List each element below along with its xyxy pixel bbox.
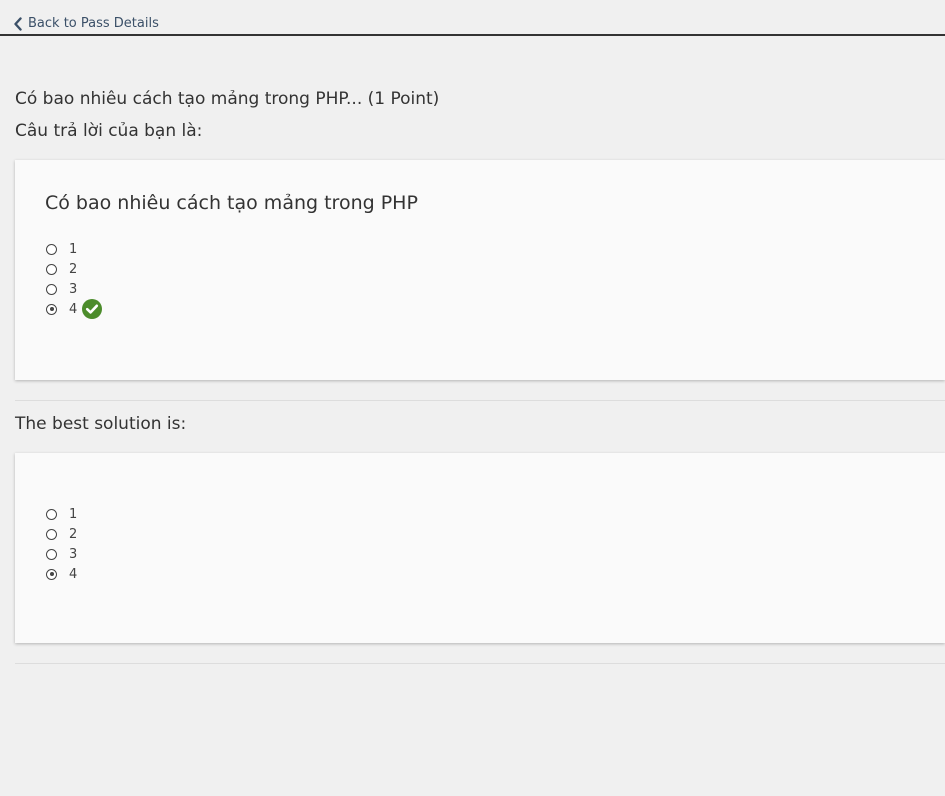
radio-button-selected[interactable] xyxy=(46,568,57,580)
radio-button[interactable] xyxy=(46,548,57,560)
user-answer-options: 1 2 3 4 xyxy=(46,239,103,319)
radio-button[interactable] xyxy=(46,508,57,520)
option-label: 2 xyxy=(69,526,78,542)
chevron-left-icon xyxy=(14,17,22,31)
best-solution-options: 1 2 3 4 xyxy=(46,504,77,584)
option-label: 2 xyxy=(69,261,78,277)
option-2[interactable]: 2 xyxy=(46,259,102,279)
radio-button[interactable] xyxy=(46,243,57,255)
option-3[interactable]: 3 xyxy=(46,279,102,299)
option-1[interactable]: 1 xyxy=(46,239,102,259)
option-2[interactable]: 2 xyxy=(46,524,77,544)
radio-button[interactable] xyxy=(46,263,57,275)
option-4[interactable]: 4 xyxy=(46,299,103,319)
option-label: 3 xyxy=(69,281,78,297)
best-solution-label: The best solution is: xyxy=(15,414,187,434)
section-divider xyxy=(15,400,945,401)
option-label: 3 xyxy=(69,546,78,562)
option-3[interactable]: 3 xyxy=(46,544,77,564)
option-label: 4 xyxy=(69,301,78,317)
option-1[interactable]: 1 xyxy=(46,504,77,524)
radio-button[interactable] xyxy=(46,528,57,540)
your-answer-label: Câu trả lời của bạn là: xyxy=(15,121,203,141)
back-to-pass-details-link[interactable]: Back to Pass Details xyxy=(13,15,159,33)
radio-button-selected[interactable] xyxy=(46,303,57,315)
check-circle-icon xyxy=(82,299,103,319)
section-divider xyxy=(15,663,945,664)
radio-button[interactable] xyxy=(46,283,57,295)
option-label: 1 xyxy=(69,506,78,522)
back-link-label: Back to Pass Details xyxy=(28,16,159,31)
card-question-text: Có bao nhiêu cách tạo mảng trong PHP xyxy=(45,192,418,214)
best-solution-card: 1 2 3 4 xyxy=(15,453,945,643)
top-nav-bar: Back to Pass Details xyxy=(0,0,945,36)
question-title: Có bao nhiêu cách tạo mảng trong PHP... … xyxy=(15,89,440,109)
option-4[interactable]: 4 xyxy=(46,564,77,584)
option-label: 4 xyxy=(69,566,78,582)
option-label: 1 xyxy=(69,241,78,257)
user-answer-card: Có bao nhiêu cách tạo mảng trong PHP 1 2… xyxy=(15,160,945,380)
